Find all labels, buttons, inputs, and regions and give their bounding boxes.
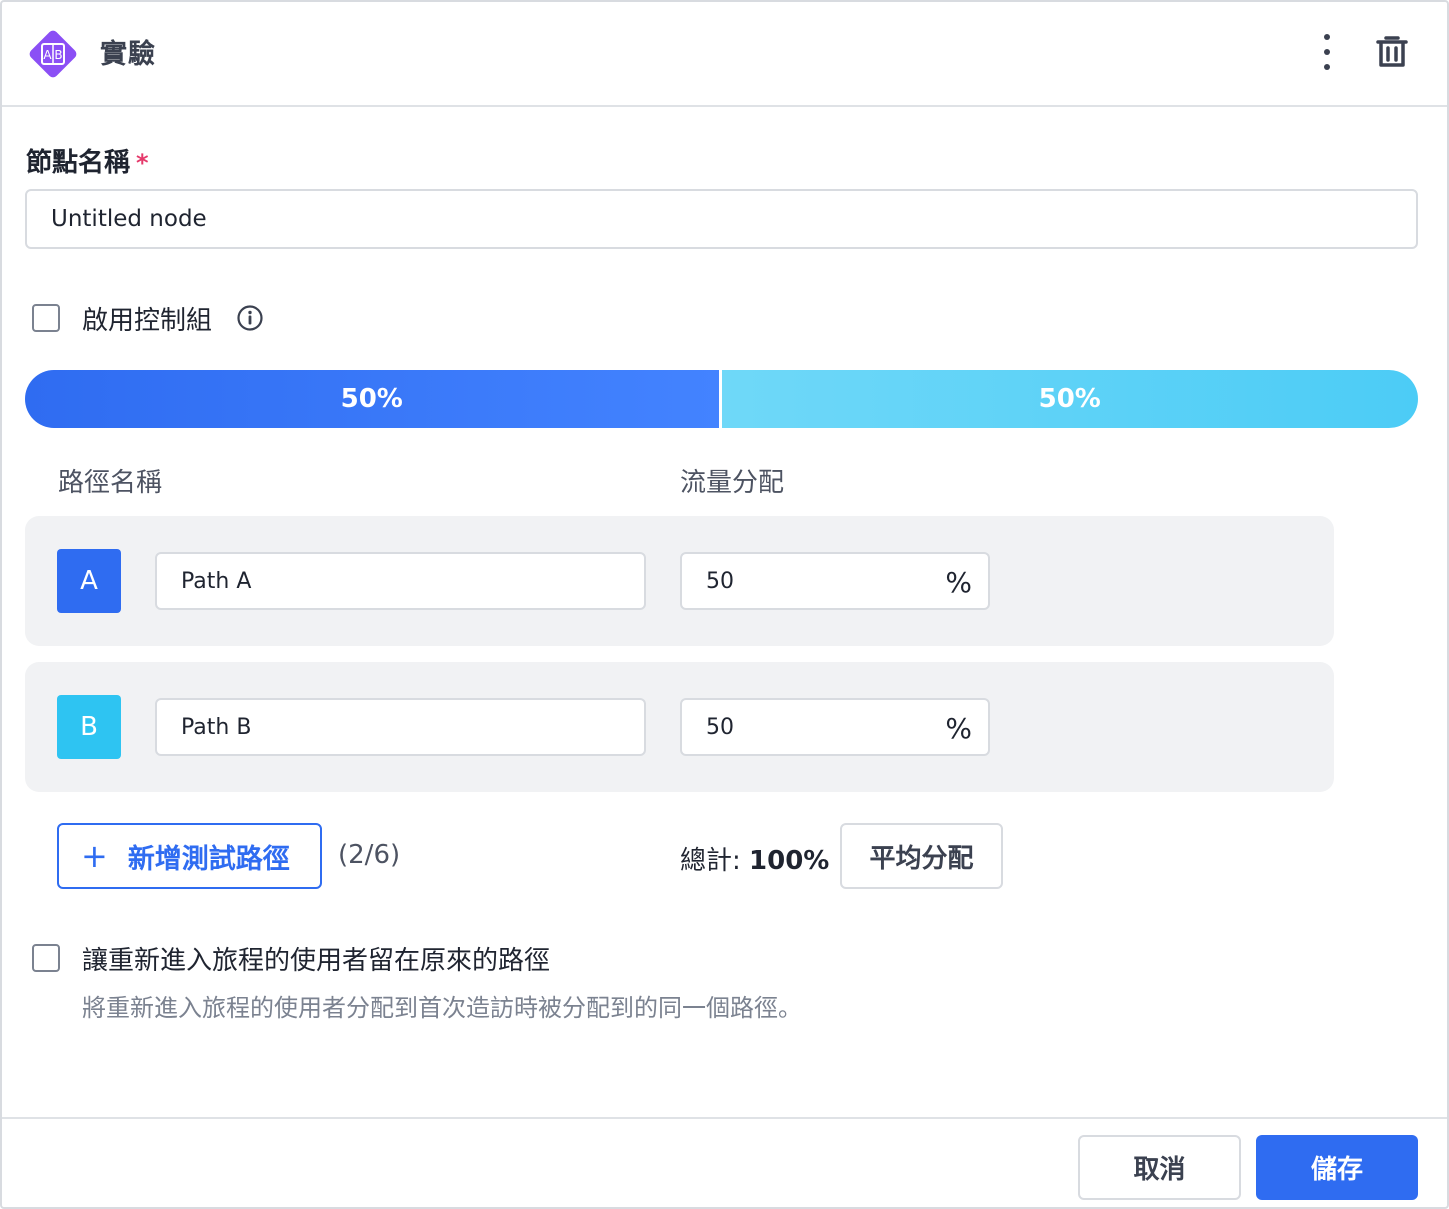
info-icon[interactable] [236,304,264,332]
split-segment-b: 50% [721,370,1418,428]
path-name-input[interactable] [155,698,646,756]
save-button[interactable]: 儲存 [1256,1135,1418,1200]
required-mark: * [136,149,149,177]
add-test-path-label: 新增測試路徑 [127,843,290,875]
cancel-button[interactable]: 取消 [1078,1135,1241,1200]
traffic-allocation-field: % [680,552,990,610]
path-row: B % [25,662,1334,792]
dialog-header: A B 實驗 [2,2,1447,107]
path-row: A % [25,516,1334,646]
traffic-allocation-field: % [680,698,990,756]
traffic-allocation-column-header: 流量分配 [680,468,785,498]
trash-icon[interactable] [1372,32,1412,72]
reentry-description: 將重新進入旅程的使用者分配到首次造訪時被分配到的同一個路徑。 [82,994,802,1022]
more-options-button[interactable] [1308,32,1346,72]
percent-unit: % [945,566,972,599]
traffic-allocation-input[interactable] [682,554,932,608]
traffic-split-bar: 50% 50% [25,370,1418,428]
split-segment-a: 50% [25,370,722,428]
path-name-input[interactable] [155,552,646,610]
total-label: 總計: [680,846,741,876]
percent-unit: % [945,712,972,745]
control-group-checkbox[interactable] [32,304,60,332]
svg-text:A: A [43,48,52,62]
allocation-total: 總計: 100% [680,840,829,877]
total-value: 100% [749,846,830,876]
plus-icon: + [81,837,108,875]
more-vertical-icon [1324,34,1330,40]
path-badge: A [57,549,121,613]
path-badge: B [57,695,121,759]
control-group-label: 啟用控制組 [82,306,213,336]
reentry-label: 讓重新進入旅程的使用者留在原來的路徑 [82,946,551,976]
path-count: (2/6) [338,840,401,870]
node-name-label: 節點名稱 * [26,148,149,178]
even-split-button[interactable]: 平均分配 [840,823,1003,889]
path-name-column-header: 路徑名稱 [58,468,163,498]
reentry-checkbox[interactable] [32,944,60,972]
page-title: 實驗 [100,39,156,70]
traffic-allocation-input[interactable] [682,700,932,754]
node-name-input[interactable] [25,189,1418,249]
add-test-path-button[interactable]: + 新增測試路徑 [57,823,322,889]
ab-test-icon: A B [29,30,77,78]
svg-text:B: B [54,48,62,62]
